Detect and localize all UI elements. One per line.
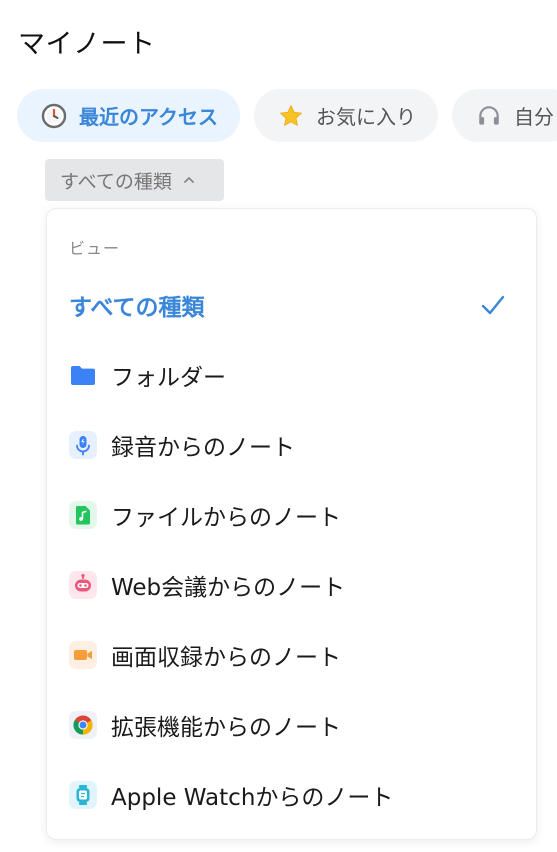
headphones-icon <box>476 103 502 129</box>
tab-label: 最近のアクセス <box>79 105 218 129</box>
robot-icon <box>69 571 97 599</box>
type-filter-button[interactable]: すべての種類 <box>45 159 224 201</box>
tab-favorites[interactable]: お気に入り <box>254 89 438 142</box>
option-extension-notes[interactable]: 拡張機能からのノート <box>69 700 516 750</box>
my-notes-page: マイノート 最近のアクセス お気に入り 自分 すべての種類 ビュー すべての種類… <box>0 0 557 852</box>
tab-label: 自分 <box>514 105 554 129</box>
option-label: Web会議からのノート <box>111 575 346 601</box>
option-screen-recording-notes[interactable]: 画面収録からのノート <box>69 630 516 680</box>
check-icon <box>480 292 506 324</box>
option-label: 拡張機能からのノート <box>111 715 341 741</box>
audio-file-icon <box>69 501 97 529</box>
tab-label: お気に入り <box>316 105 416 129</box>
option-apple-watch-notes[interactable]: Apple Watchからのノート <box>69 770 516 820</box>
option-label: フォルダー <box>111 365 226 391</box>
folder-icon <box>69 361 97 389</box>
option-label: Apple Watchからのノート <box>111 785 394 811</box>
chrome-icon <box>69 711 97 739</box>
microphone-icon <box>69 431 97 459</box>
page-title: マイノート <box>18 29 156 60</box>
video-camera-icon <box>69 641 97 669</box>
chevron-up-icon <box>182 173 196 187</box>
tab-bar: 最近のアクセス お気に入り 自分 <box>17 89 557 142</box>
option-web-meeting-notes[interactable]: Web会議からのノート <box>69 560 516 610</box>
option-label: すべての種類 <box>69 295 205 321</box>
option-label: 録音からのノート <box>111 435 295 461</box>
type-filter-dropdown: ビュー すべての種類 フォルダー 録音からのノート ファイルからのノート Web… <box>46 208 537 840</box>
view-section-label: ビュー <box>69 239 121 258</box>
watch-icon <box>69 781 97 809</box>
option-file-notes[interactable]: ファイルからのノート <box>69 490 516 540</box>
tab-mine[interactable]: 自分 <box>452 89 557 142</box>
clock-icon <box>41 103 67 129</box>
star-icon <box>278 103 304 129</box>
filter-label: すべての種類 <box>60 170 172 193</box>
option-all-types[interactable]: すべての種類 <box>69 280 516 330</box>
tab-recent[interactable]: 最近のアクセス <box>17 89 240 142</box>
option-recording-notes[interactable]: 録音からのノート <box>69 420 516 470</box>
option-label: 画面収録からのノート <box>111 645 341 671</box>
option-folders[interactable]: フォルダー <box>69 350 516 400</box>
option-label: ファイルからのノート <box>111 505 341 531</box>
